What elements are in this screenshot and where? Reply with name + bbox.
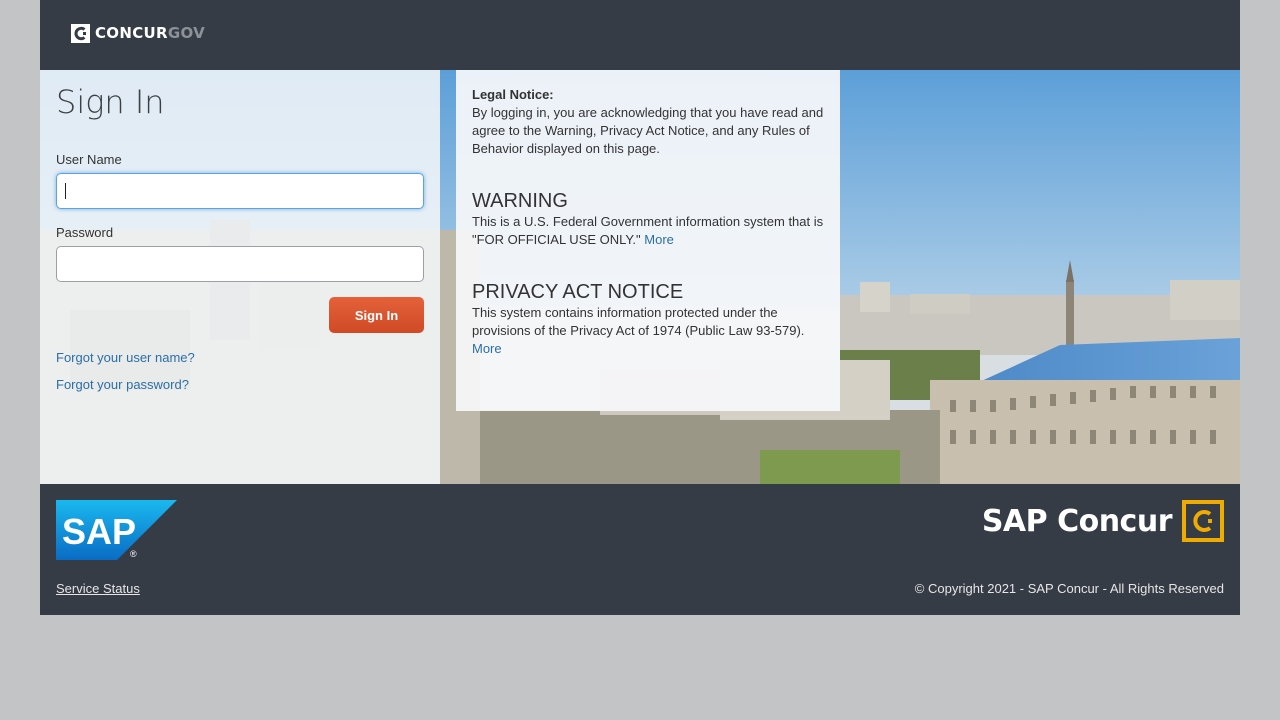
logo-wordmark: CONCURGOV [95,24,206,42]
signin-button[interactable]: Sign In [329,297,424,333]
top-header: CONCURGOV [40,0,1240,70]
sap-concur-wordmark: SAP Concur [981,503,1173,539]
privacy-paragraph: This system contains information protect… [472,304,826,358]
service-status-link[interactable]: Service Status [56,581,140,596]
warning-more-link[interactable]: More [644,232,674,247]
notice-panel: Legal Notice: By logging in, you are ack… [456,70,840,411]
legal-notice-text: By logging in, you are acknowledging tha… [472,105,824,156]
concurgov-logo[interactable]: CONCURGOV [71,24,205,43]
password-input[interactable] [56,246,424,282]
forgot-username-link[interactable]: Forgot your user name? [56,350,195,365]
notice-content: Legal Notice: By logging in, you are ack… [472,86,826,358]
forgot-password-link[interactable]: Forgot your password? [56,377,189,392]
concur-c-icon [71,24,90,43]
sap-concur-logo[interactable]: SAP Concur [982,500,1224,542]
hero-area: Sign In User Name Password Sign In Forgo… [40,70,1240,484]
warning-paragraph: This is a U.S. Federal Government inform… [472,213,826,249]
legal-notice-title: Legal Notice: [472,87,554,102]
copyright-text: © Copyright 2021 - SAP Concur - All Righ… [914,581,1224,596]
username-input[interactable] [56,173,424,209]
password-label: Password [56,225,114,240]
concur-c-yellow-icon [1182,500,1224,542]
privacy-title: PRIVACY ACT NOTICE [472,281,684,303]
signin-title: Sign In [56,83,165,121]
signin-panel: Sign In User Name Password Sign In Forgo… [40,70,440,484]
privacy-more-link[interactable]: More [472,341,502,356]
warning-title: WARNING [472,190,568,212]
privacy-text: This system contains information protect… [472,305,805,338]
svg-text:®: ® [130,549,137,559]
sap-logo[interactable]: SAP ® [56,500,177,560]
text-caret [65,183,66,199]
username-label: User Name [56,152,122,167]
sap-logo-text: SAP [62,511,136,552]
footer: SAP ® SAP Concur Service Status © Copyri… [40,484,1240,615]
page: CONCURGOV Sign In User Name Password Sig… [40,0,1240,615]
